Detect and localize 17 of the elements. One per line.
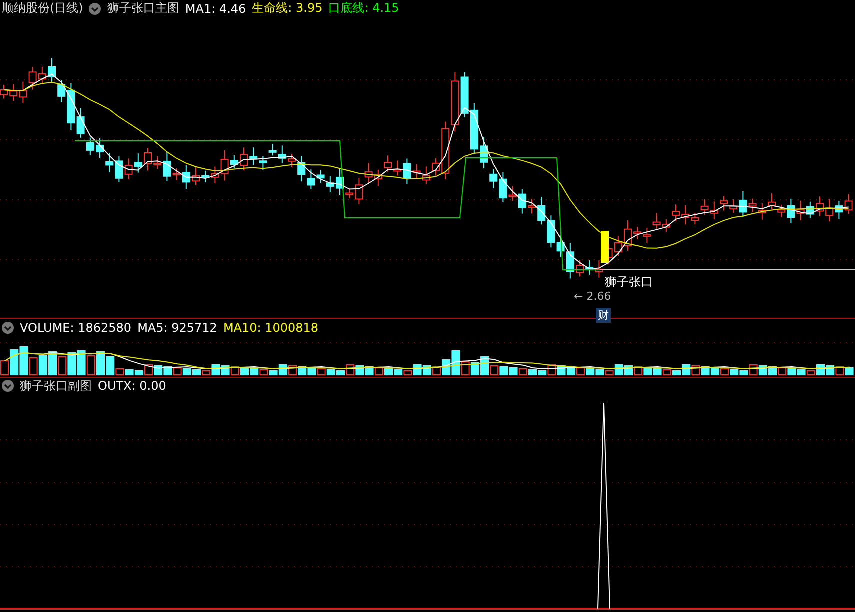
signal-bar — [601, 230, 609, 263]
signal-label: 狮子张口 — [605, 274, 653, 291]
stock-title: 顺纳股份(日线) — [2, 0, 84, 18]
indicator-reading: 口底线: 4.15 — [328, 0, 400, 18]
indicator-reading: 生命线: 3.95 — [252, 0, 323, 18]
indicator-reading: MA5: 925712 — [138, 320, 218, 335]
low-price-label: ← 2.66 — [574, 290, 612, 303]
indicator-name: 狮子张口副图 — [20, 378, 92, 395]
collapse-icon[interactable] — [2, 380, 14, 392]
indicator-reading: MA1: 4.46 — [185, 2, 246, 16]
indicator-name: 狮子张口主图 — [107, 0, 180, 18]
indicator-reading: OUTX: 0.00 — [98, 379, 166, 394]
indicator-reading: VOLUME: 1862580 — [20, 320, 132, 335]
indicator-reading: MA10: 1000818 — [223, 320, 319, 335]
collapse-icon[interactable] — [89, 2, 102, 15]
collapse-icon[interactable] — [2, 322, 14, 334]
event-badge[interactable]: 财 — [596, 308, 611, 323]
